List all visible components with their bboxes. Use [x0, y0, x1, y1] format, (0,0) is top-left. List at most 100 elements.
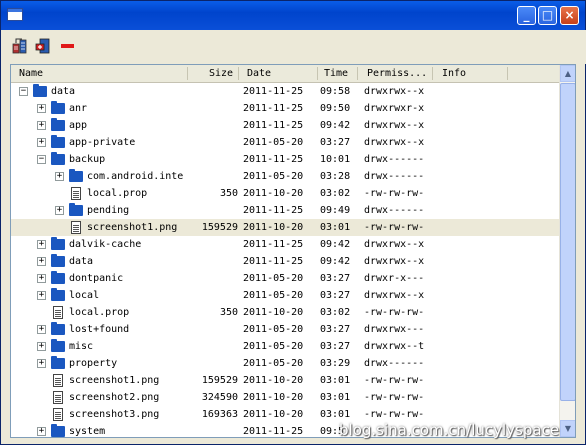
cell-size: 159529: [201, 375, 238, 386]
column-date[interactable]: Date: [247, 65, 271, 82]
tree-row-folder[interactable]: + anr 2011-11-25 09:50 drwxrwxr-x: [11, 100, 559, 117]
expand-toggle[interactable]: +: [37, 274, 46, 283]
column-name[interactable]: Name: [19, 65, 43, 82]
cell-date: 2011-11-25: [243, 426, 304, 437]
folder-icon: [51, 356, 65, 369]
cell-date: 2011-11-25: [243, 154, 304, 165]
folder-icon: [51, 271, 65, 284]
maximize-button[interactable]: □: [538, 6, 557, 25]
app-window: _ □ × Name Size Date Time Permiss... Inf…: [0, 0, 586, 445]
watermark-text: blog.sina.com.cn/lucylyspace: [339, 421, 560, 439]
cell-permissions: drwx------: [364, 358, 425, 369]
tree-row-folder[interactable]: + misc 2011-05-20 03:27 drwxrwx--t: [11, 338, 559, 355]
folder-icon: [51, 254, 65, 267]
cell-size: [187, 287, 238, 304]
cell-date: 2011-10-20: [243, 375, 304, 386]
cell-time: 09:50: [320, 103, 351, 114]
tree-row-file[interactable]: local.prop 350 2011-10-20 03:02 -rw-rw-rw-: [11, 185, 559, 202]
expand-toggle[interactable]: +: [37, 104, 46, 113]
cell-size: 169363: [201, 409, 238, 420]
cell-date: 2011-05-20: [243, 290, 304, 301]
column-time[interactable]: Time: [324, 65, 348, 82]
tree-row-folder[interactable]: + app-private 2011-05-20 03:27 drwxrwx--x: [11, 134, 559, 151]
expand-toggle[interactable]: +: [37, 257, 46, 266]
folder-icon: [51, 237, 65, 250]
cell-time: 03:01: [320, 375, 351, 386]
cell-size: [187, 83, 238, 100]
cell-time: 03:27: [320, 324, 351, 335]
column-permissions[interactable]: Permiss...: [367, 65, 427, 82]
folder-icon: [69, 203, 83, 216]
tree-row-folder[interactable]: − data 2011-11-25 09:58 drwxrwx--x: [11, 83, 559, 100]
tree-row-file[interactable]: screenshot1.png 159529 2011-10-20 03:01 -rw-…: [11, 219, 559, 236]
tree-row-folder[interactable]: + local 2011-05-20 03:27 drwxrwx--x: [11, 287, 559, 304]
tree-row-folder[interactable]: + data 2011-11-25 09:42 drwxrwx--x: [11, 253, 559, 270]
toolbar: [2, 30, 586, 64]
tree-row-file[interactable]: screenshot1.png 159529 2011-10-20 03:01 -rw-…: [11, 372, 559, 389]
scroll-thumb[interactable]: [560, 83, 575, 401]
cell-size: [187, 338, 238, 355]
folder-icon: [51, 135, 65, 148]
cell-size: [187, 134, 238, 151]
column-size[interactable]: Size: [209, 65, 233, 82]
tree-row-folder[interactable]: + lost+found 2011-05-20 03:27 drwxrwx---: [11, 321, 559, 338]
cell-size: 350: [219, 307, 238, 318]
cell-time: 03:27: [320, 273, 351, 284]
tree-row-folder[interactable]: + property 2011-05-20 03:29 drwx------: [11, 355, 559, 372]
cell-permissions: drwxrwx---: [364, 324, 425, 335]
tree-row-folder[interactable]: + pending 2011-11-25 09:49 drwx------: [11, 202, 559, 219]
cell-permissions: drwxrwx--x: [364, 86, 425, 97]
expand-toggle[interactable]: +: [37, 138, 46, 147]
tree-row-folder[interactable]: + app 2011-11-25 09:42 drwxrwx--x: [11, 117, 559, 134]
expand-toggle[interactable]: +: [55, 206, 64, 215]
cell-permissions: drwx------: [364, 205, 425, 216]
cell-time: 03:02: [320, 188, 351, 199]
cell-size: [187, 270, 238, 287]
cell-date: 2011-11-25: [243, 103, 304, 114]
expand-toggle[interactable]: +: [37, 291, 46, 300]
cell-date: 2011-05-20: [243, 324, 304, 335]
expand-toggle[interactable]: +: [37, 359, 46, 368]
cell-date: 2011-11-25: [243, 239, 304, 250]
screen-capture-icon[interactable]: [12, 38, 28, 54]
expand-toggle[interactable]: +: [37, 121, 46, 130]
title-bar[interactable]: _ □ ×: [1, 1, 585, 30]
close-button[interactable]: ×: [560, 6, 579, 25]
expand-toggle[interactable]: +: [37, 427, 46, 436]
tree-row-file[interactable]: screenshot2.png 324590 2011-10-20 03:01 -rw-…: [11, 389, 559, 406]
cell-permissions: -rw-rw-rw-: [364, 307, 425, 318]
expand-toggle[interactable]: +: [37, 240, 46, 249]
tree-row-file[interactable]: local.prop 350 2011-10-20 03:02 -rw-rw-rw-: [11, 304, 559, 321]
cell-time: 03:01: [320, 222, 351, 233]
expand-toggle[interactable]: +: [37, 342, 46, 351]
tree-row-folder[interactable]: − backup 2011-11-25 10:01 drwx------: [11, 151, 559, 168]
vertical-scrollbar[interactable]: ▲ ▼: [559, 65, 575, 437]
cell-date: 2011-05-20: [243, 358, 304, 369]
cell-time: 09:42: [320, 256, 351, 267]
file-tree-view[interactable]: Name Size Date Time Permiss... Info − dat…: [10, 64, 576, 438]
cell-permissions: -rw-rw-rw-: [364, 375, 425, 386]
tree-row-folder[interactable]: + com.android.inte 2011-05-20 03:28 drwx----…: [11, 168, 559, 185]
folder-icon: [33, 84, 47, 97]
cell-permissions: drwxr-x---: [364, 273, 425, 284]
minimize-button[interactable]: _: [517, 6, 536, 25]
folder-icon: [51, 339, 65, 352]
collapse-toggle[interactable]: −: [37, 155, 46, 164]
tree-row-folder[interactable]: + dalvik-cache 2011-11-25 09:42 drwxrwx--x: [11, 236, 559, 253]
expand-toggle[interactable]: +: [37, 325, 46, 334]
push-file-icon[interactable]: [35, 38, 51, 54]
delete-icon[interactable]: [60, 38, 76, 54]
cell-date: 2011-11-25: [243, 120, 304, 131]
scroll-up-button[interactable]: ▲: [560, 65, 575, 82]
cell-size: 350: [219, 188, 238, 199]
scroll-down-button[interactable]: ▼: [560, 420, 575, 437]
column-info[interactable]: Info: [442, 65, 466, 82]
collapse-toggle[interactable]: −: [19, 87, 28, 96]
folder-icon: [69, 169, 83, 182]
cell-size: [187, 355, 238, 372]
cell-permissions: drwxrwx--x: [364, 137, 425, 148]
cell-permissions: -rw-rw-rw-: [364, 392, 425, 403]
tree-row-folder[interactable]: + dontpanic 2011-05-20 03:27 drwxr-x---: [11, 270, 559, 287]
expand-toggle[interactable]: +: [55, 172, 64, 181]
folder-icon: [51, 152, 65, 165]
